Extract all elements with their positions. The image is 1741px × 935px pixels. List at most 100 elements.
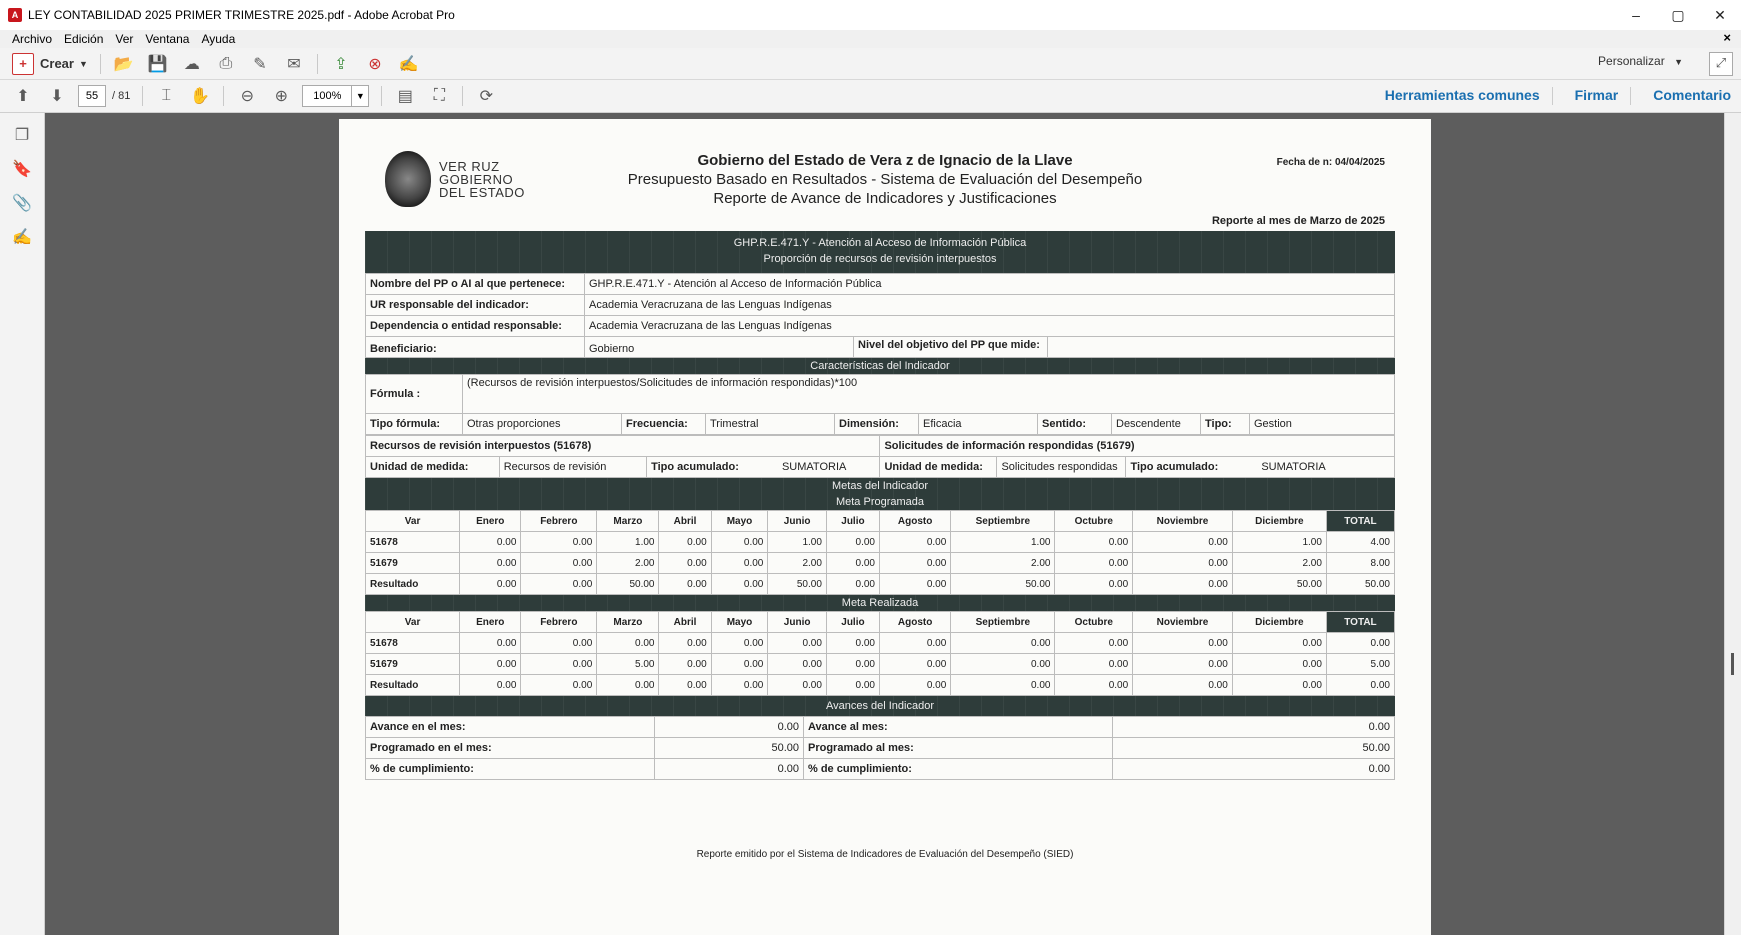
table-cell: 0.00	[1132, 531, 1233, 553]
minimize-button[interactable]: –	[1615, 0, 1657, 30]
signature-panel-icon[interactable]: ✍	[11, 227, 33, 249]
page-number-input[interactable]: 55	[78, 85, 106, 107]
table-cell: 0.00	[520, 573, 598, 595]
zoom-out-icon[interactable]: ⊖	[236, 85, 258, 107]
sentido-value: Descendente	[1111, 413, 1201, 435]
table-cell: 1.00	[596, 531, 660, 553]
create-button[interactable]: + Crear ▼	[12, 52, 88, 75]
table-cell: 2.00	[1231, 552, 1327, 574]
acumulado1-label: Tipo acumulado:	[651, 461, 739, 473]
menu-archivo[interactable]: Archivo	[12, 32, 52, 46]
table-cell: 2.00	[767, 552, 827, 574]
prog-al-value: 50.00	[1112, 737, 1395, 759]
restore-button[interactable]: ▢	[1657, 0, 1699, 30]
menu-ventana[interactable]: Ventana	[145, 32, 189, 46]
close-document-icon[interactable]: ×	[1723, 30, 1731, 45]
table-row: 51679 0.00 0.00 2.00 0.00 0.00 2.00 0.00 0.00 2.0…	[364, 552, 1396, 574]
ur-label: UR responsable del indicador:	[365, 294, 585, 316]
table-cell: 0.00	[520, 552, 598, 574]
table-cell: 50.00	[1231, 573, 1327, 595]
column-header: Junio	[767, 510, 827, 532]
acumulado1-value: SUMATORIA	[781, 461, 847, 473]
next-page-icon[interactable]: ⬇	[46, 85, 68, 107]
tipo-formula-value: Otras proporciones	[462, 413, 622, 435]
nivel-value	[1047, 336, 1395, 358]
acumulado2: Tipo acumulado: SUMATORIA	[1125, 456, 1395, 478]
table-cell: 4.00	[1325, 531, 1396, 553]
fit-page-icon[interactable]: ▤	[394, 85, 416, 107]
scrollbar-thumb[interactable]	[1731, 653, 1734, 675]
expand-icon[interactable]: ⤢	[1709, 52, 1733, 76]
column-header: Noviembre	[1132, 510, 1233, 532]
indicator-info-table: Nombre del PP o AI al que pertenece: GHP…	[365, 273, 1395, 358]
meta-programada-band: Meta Programada	[365, 494, 1395, 510]
comment-link[interactable]: Comentario	[1653, 87, 1731, 105]
var2-title: Solicitudes de información respondidas (…	[879, 435, 1395, 457]
navigation-toolbar: ⬆ ⬇ 55 / 81 ⌶ ✋ ⊖ ⊕ 100% ▼ ▤ ⛶ ⟳ Herrami…	[0, 80, 1741, 113]
menu-ayuda[interactable]: Ayuda	[201, 32, 235, 46]
table-cell: 50.00	[767, 573, 827, 595]
customize-label: Personalizar	[1598, 54, 1665, 68]
cumpl-al-value: 0.00	[1112, 758, 1395, 780]
prev-page-icon[interactable]: ⬆	[12, 85, 34, 107]
sign-doc-icon[interactable]: ✍	[398, 53, 420, 75]
email-icon[interactable]: ✉	[283, 53, 305, 75]
vertical-scrollbar[interactable]	[1724, 113, 1741, 935]
zoom-input[interactable]: 100%	[302, 85, 353, 107]
tools-link[interactable]: Herramientas comunes	[1385, 87, 1540, 105]
delete-page-icon[interactable]: ⊗	[364, 53, 386, 75]
chevron-down-icon: ▼	[78, 58, 88, 69]
select-tool-icon[interactable]: ⌶	[155, 85, 177, 107]
cloud-upload-icon[interactable]: ☁	[181, 53, 203, 75]
export-icon[interactable]: ⇪	[330, 53, 352, 75]
customize-dropdown[interactable]: Personalizar ▼	[1598, 54, 1683, 68]
open-folder-icon[interactable]: 📂	[113, 53, 135, 75]
menu-ver[interactable]: Ver	[115, 32, 133, 46]
column-header: Enero	[459, 611, 522, 633]
table-cell: 0.00	[1132, 653, 1233, 675]
frecuencia-label: Frecuencia:	[621, 413, 706, 435]
toolbar-separator	[223, 86, 225, 106]
table-cell: 5.00	[1325, 653, 1396, 675]
document-area[interactable]: VER RUZ GOBIERNO DEL ESTADO Gobierno del…	[45, 113, 1725, 935]
hand-tool-icon[interactable]: ✋	[189, 85, 211, 107]
table-cell: 0.00	[459, 552, 522, 574]
report-month: Reporte al mes de Marzo de 2025	[1211, 215, 1385, 227]
toolbar-separator	[462, 86, 464, 106]
toolbar-separator	[142, 86, 144, 106]
sign-link[interactable]: Firmar	[1575, 87, 1619, 105]
close-button[interactable]: ✕	[1699, 0, 1741, 30]
column-header: Var	[364, 611, 461, 633]
dimension-value: Eficacia	[918, 413, 1038, 435]
meta-realizada-band: Meta Realizada	[365, 595, 1395, 611]
edit-icon[interactable]: ✎	[249, 53, 271, 75]
column-header: Marzo	[596, 510, 660, 532]
table-cell: 0.00	[1054, 552, 1134, 574]
fullscreen-icon[interactable]: ⛶	[428, 85, 450, 107]
tipo-formula-label: Tipo fórmula:	[365, 413, 463, 435]
zoom-in-icon[interactable]: ⊕	[270, 85, 292, 107]
save-icon[interactable]: 💾	[147, 53, 169, 75]
read-mode-icon[interactable]: ⟳	[475, 85, 497, 107]
menu-edicion[interactable]: Edición	[64, 32, 103, 46]
table-cell: 51679	[364, 653, 461, 675]
avances-band: Avances del Indicador	[365, 696, 1395, 716]
window-title: LEY CONTABILIDAD 2025 PRIMER TRIMESTRE 2…	[28, 8, 455, 22]
zoom-dropdown-icon[interactable]: ▼	[352, 85, 370, 107]
table-cell: 0.00	[520, 531, 598, 553]
table-cell: 0.00	[767, 653, 827, 675]
bookmark-icon[interactable]: 🔖	[11, 159, 33, 181]
table-cell: 0.00	[1231, 674, 1327, 696]
caracteristicas-band: Características del Indicador	[365, 358, 1395, 374]
column-header: TOTAL	[1325, 611, 1396, 633]
acumulado1: Tipo acumulado: SUMATORIA	[646, 456, 881, 478]
formula-value: (Recursos de revisión interpuestos/Solic…	[462, 374, 1395, 414]
print-icon[interactable]: ⎙	[215, 53, 237, 75]
attachment-icon[interactable]: 📎	[11, 193, 33, 215]
table-cell: 1.00	[950, 531, 1056, 553]
dimension-label: Dimensión:	[834, 413, 919, 435]
table-cell: 0.00	[1132, 674, 1233, 696]
table-cell: Resultado	[364, 573, 461, 595]
table-cell: 0.00	[825, 653, 880, 675]
page-thumbnails-icon[interactable]: ❐	[11, 125, 33, 147]
